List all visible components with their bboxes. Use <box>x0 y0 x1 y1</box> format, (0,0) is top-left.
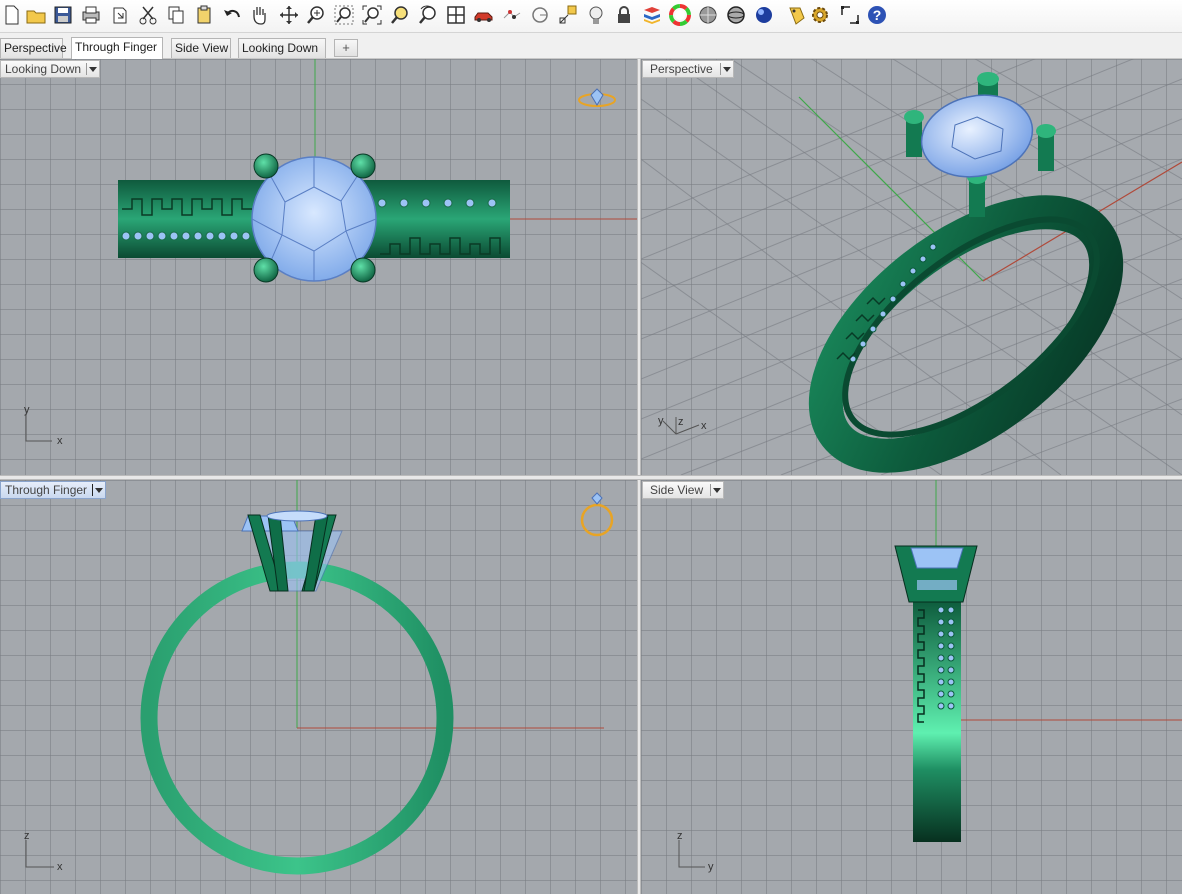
select-tool-icon[interactable] <box>838 3 862 27</box>
zoom-window-icon[interactable] <box>332 3 356 27</box>
main-toolbar: ? <box>0 0 1182 33</box>
open-folder-icon[interactable] <box>24 3 48 27</box>
svg-text:y: y <box>24 404 30 416</box>
viewport-title-perspective[interactable]: Perspective <box>642 60 734 78</box>
blue-sphere-icon[interactable] <box>752 3 776 27</box>
gear-icon[interactable] <box>808 3 832 27</box>
points-icon[interactable] <box>500 3 524 27</box>
viewport-title-through-finger[interactable]: Through Finger <box>0 481 107 499</box>
viewport-tab-bar: Perspective Through Finger Side View Loo… <box>0 33 1182 59</box>
svg-text:?: ? <box>873 7 882 23</box>
color-wheel-icon[interactable] <box>668 3 692 27</box>
undo-icon[interactable] <box>220 3 244 27</box>
svg-text:x: x <box>701 420 707 432</box>
viewport-side-view[interactable]: Side View z y <box>641 480 1182 894</box>
svg-text:x: x <box>57 435 63 447</box>
svg-text:z: z <box>678 416 684 428</box>
light-bulb-icon[interactable] <box>584 3 608 27</box>
tab-looking-down[interactable]: Looking Down <box>238 38 326 58</box>
chevron-down-icon[interactable] <box>86 63 98 75</box>
svg-text:x: x <box>57 861 63 873</box>
zoom-in-icon[interactable] <box>304 3 328 27</box>
chevron-down-icon[interactable] <box>710 484 722 496</box>
help-icon[interactable]: ? <box>865 3 889 27</box>
four-viewports-icon[interactable] <box>444 3 468 27</box>
paste-icon[interactable] <box>192 3 216 27</box>
layers-icon[interactable] <box>640 3 664 27</box>
through-finger-scene: z x <box>24 480 614 875</box>
svg-text:z: z <box>677 830 683 842</box>
save-icon[interactable] <box>51 3 75 27</box>
svg-text:z: z <box>24 830 30 842</box>
viewport-splitter-horizontal[interactable] <box>0 475 1182 480</box>
axis-indicator-bottom-right: z y <box>677 830 714 873</box>
copy-icon[interactable] <box>164 3 188 27</box>
viewport-perspective[interactable]: Perspective y z x <box>641 59 1182 475</box>
looking-down-scene: y x <box>24 59 637 447</box>
move-icon[interactable] <box>277 3 301 27</box>
axis-indicator-top-right: y z x <box>658 415 707 435</box>
axis-indicator-bottom-left: z x <box>24 830 63 873</box>
dimension-icon[interactable] <box>556 3 580 27</box>
cut-icon[interactable] <box>136 3 160 27</box>
tab-side-view[interactable]: Side View <box>171 38 231 58</box>
ring-band-side-view <box>913 600 961 842</box>
ring-gizmo-icon <box>580 492 614 537</box>
chevron-down-icon[interactable] <box>92 484 104 496</box>
zoom-selected-icon[interactable] <box>388 3 412 27</box>
svg-text:y: y <box>658 415 664 427</box>
import-icon[interactable] <box>108 3 132 27</box>
viewport-title-side-view[interactable]: Side View <box>642 481 725 499</box>
viewport-through-finger[interactable]: Through Finger z x <box>0 480 637 894</box>
shaded-sphere-icon[interactable] <box>696 3 720 27</box>
chevron-down-icon[interactable] <box>719 63 731 75</box>
print-icon[interactable] <box>79 3 103 27</box>
viewport-title-looking-down[interactable]: Looking Down <box>0 60 101 78</box>
side-view-scene: z y <box>677 480 1182 873</box>
rendered-sphere-icon[interactable] <box>724 3 748 27</box>
ring-gizmo-icon <box>578 88 616 107</box>
pan-hand-icon[interactable] <box>247 3 271 27</box>
plus-icon: + <box>342 40 350 55</box>
circle-tool-icon[interactable] <box>528 3 552 27</box>
ring-band-perspective <box>808 195 1124 473</box>
axis-indicator-top-left: y x <box>24 404 63 447</box>
tab-perspective[interactable]: Perspective <box>0 38 67 58</box>
lock-icon[interactable] <box>612 3 636 27</box>
svg-text:y: y <box>708 861 714 873</box>
tab-through-finger[interactable]: Through Finger <box>71 37 163 59</box>
perspective-scene: y z x <box>641 59 1182 475</box>
rotate-view-icon[interactable] <box>416 3 440 27</box>
tag-icon[interactable] <box>785 3 809 27</box>
zoom-extents-icon[interactable] <box>360 3 384 27</box>
car-icon[interactable] <box>472 3 496 27</box>
new-file-icon[interactable] <box>0 3 24 27</box>
add-tab-button[interactable]: + <box>334 39 358 57</box>
viewport-looking-down[interactable]: Looking Down y x <box>0 59 637 475</box>
